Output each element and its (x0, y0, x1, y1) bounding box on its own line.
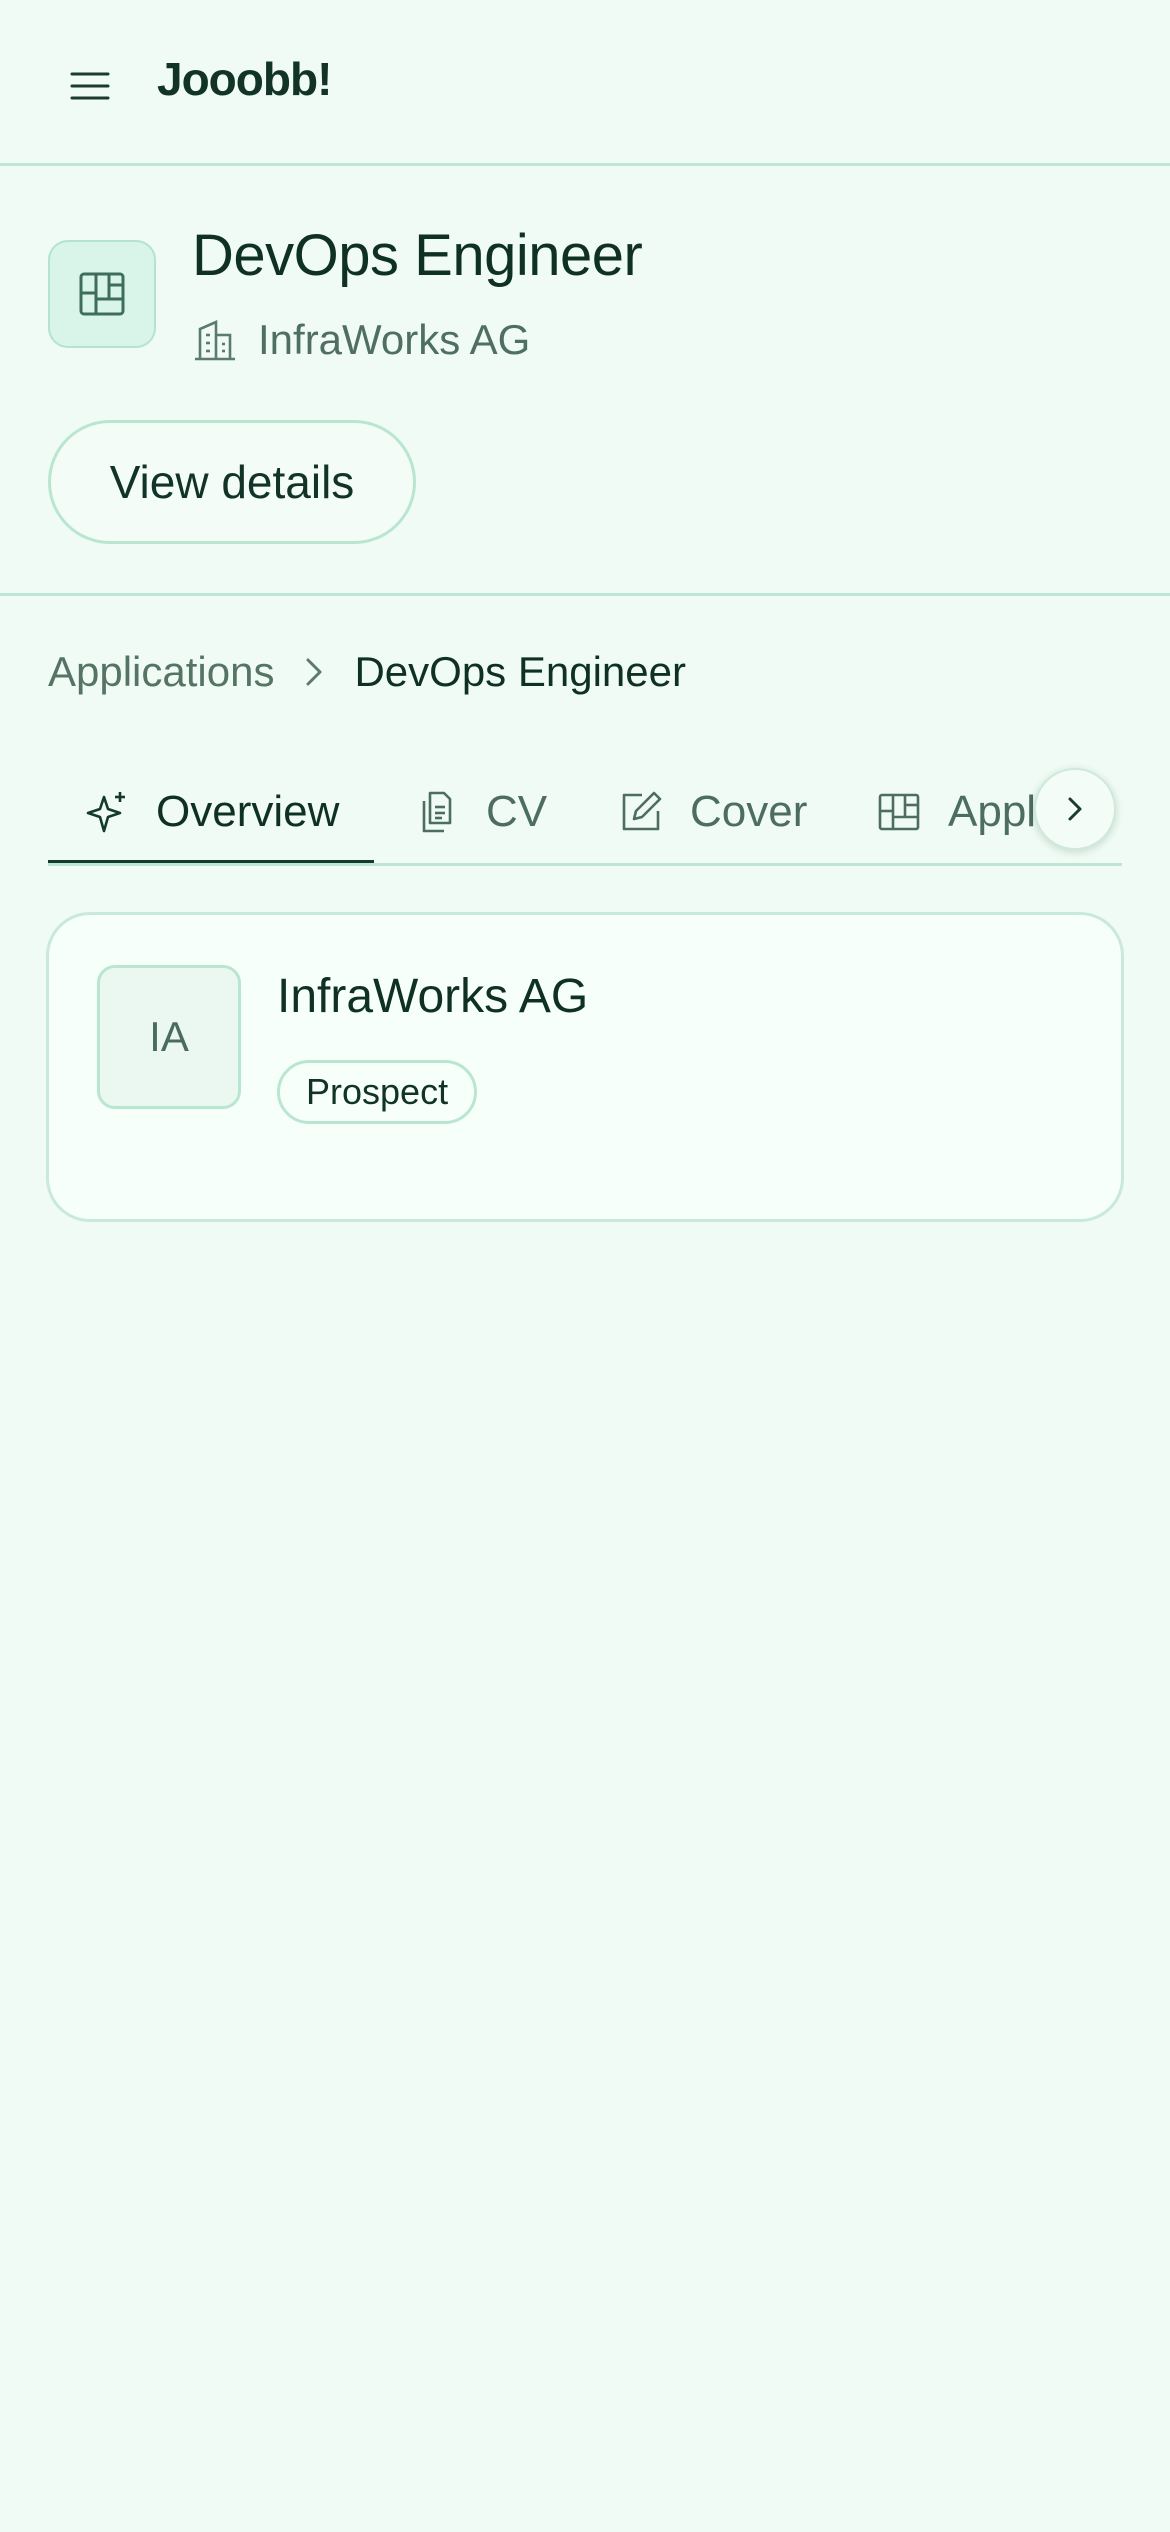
building-icon (195, 320, 235, 361)
breadcrumb: Applications DevOps Engineer (48, 648, 686, 696)
tab-applications[interactable]: Appl (876, 760, 1037, 863)
tab-overview[interactable]: Overview (84, 760, 340, 863)
tab-cv[interactable]: CV (414, 760, 548, 863)
tab-bar: Overview CV Cover Appl (48, 760, 1122, 866)
job-icon-tile (48, 240, 156, 348)
company-avatar: IA (97, 965, 241, 1109)
sparkle-icon (86, 792, 125, 833)
status-badge: Prospect (277, 1060, 478, 1124)
active-tab-indicator (48, 860, 374, 863)
job-title: DevOps Engineer (192, 223, 643, 288)
tab-cover[interactable]: Cover (618, 760, 808, 863)
company-card-title: InfraWorks AG (277, 970, 589, 1023)
tab-overview-label: Overview (156, 787, 340, 836)
job-header: DevOps Engineer InfraWorks AG View detai… (0, 166, 1170, 596)
breadcrumb-applications-link[interactable]: Applications (48, 648, 274, 696)
top-bar: Jooobb! (0, 0, 1170, 166)
company-card[interactable]: IA InfraWorks AG Prospect (46, 912, 1124, 1222)
edit-icon (622, 791, 662, 831)
tab-cover-label: Cover (690, 787, 808, 836)
hamburger-icon (70, 72, 110, 100)
tab-cv-label: CV (486, 787, 548, 836)
document-icon (422, 791, 452, 833)
company-line: InfraWorks AG (192, 316, 530, 364)
brand-logo[interactable]: Jooobb! (157, 52, 332, 106)
breadcrumb-current: DevOps Engineer (354, 648, 686, 695)
board-icon (878, 793, 920, 831)
tabs-scroll-right-button[interactable] (1034, 768, 1116, 850)
chevron-right-icon (1068, 797, 1082, 821)
chevron-right-icon (304, 656, 324, 688)
company-name: InfraWorks AG (258, 316, 531, 363)
tab-applications-label: Appl (948, 787, 1037, 836)
view-details-button[interactable]: View details (48, 420, 416, 544)
menu-button[interactable] (46, 46, 134, 126)
board-icon (79, 272, 125, 316)
app-screen: Jooobb! DevOps Engineer InfraWorks AG Vi… (0, 0, 1170, 2532)
